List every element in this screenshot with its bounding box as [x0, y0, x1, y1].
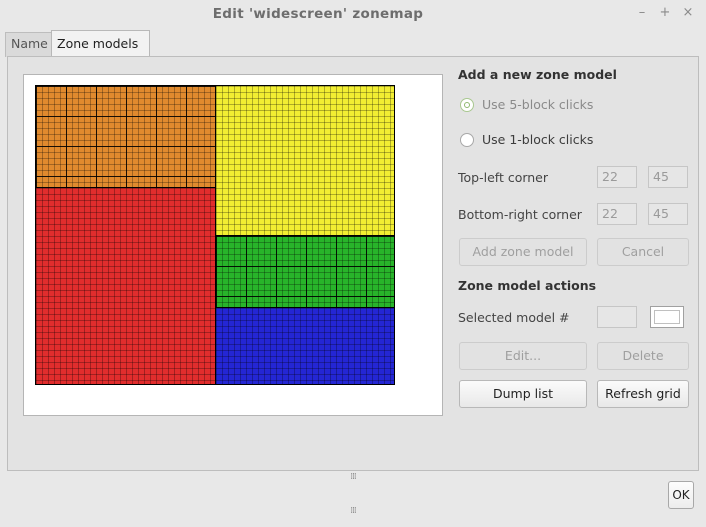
delete-button[interactable]: Delete	[597, 342, 689, 370]
zone-orange[interactable]	[36, 86, 216, 188]
zone-red[interactable]	[36, 188, 216, 384]
tab-name[interactable]: Name	[5, 32, 57, 57]
tab-zone-models[interactable]: Zone models	[51, 30, 150, 57]
radio-button[interactable]	[460, 133, 474, 147]
edit-button[interactable]: Edit...	[459, 342, 587, 370]
swatch-color	[654, 310, 680, 324]
selected-model-label: Selected model #	[458, 310, 570, 325]
pane-grip-lower[interactable]: ⁞⁞⁞	[349, 506, 357, 516]
window-title: Edit 'widescreen' zonemap	[212, 6, 424, 22]
selected-color-swatch[interactable]	[650, 306, 684, 328]
bottom-right-y-field[interactable]: 45	[648, 203, 688, 225]
zone-yellow[interactable]	[216, 86, 394, 236]
refresh-grid-button[interactable]: Refresh grid	[597, 380, 689, 408]
add-zone-model-button[interactable]: Add zone model	[459, 238, 587, 266]
top-left-corner-label: Top-left corner	[458, 170, 549, 185]
zone-green[interactable]	[216, 236, 394, 308]
pane-grip-upper[interactable]: ⁞⁞⁞	[349, 472, 357, 482]
dump-list-button[interactable]: Dump list	[459, 380, 587, 408]
ok-button[interactable]: OK	[668, 481, 694, 509]
cancel-button[interactable]: Cancel	[597, 238, 689, 266]
radio-1-block-label: Use 1-block clicks	[482, 132, 594, 147]
zone-grid[interactable]	[35, 85, 395, 385]
bottom-right-x-field[interactable]: 22	[597, 203, 637, 225]
add-zone-model-heading: Add a new zone model	[458, 67, 617, 82]
maximize-icon[interactable]: +	[657, 5, 673, 21]
zone-blue[interactable]	[216, 308, 394, 384]
zone-model-actions-heading: Zone model actions	[458, 278, 597, 293]
top-left-x-field[interactable]: 22	[597, 166, 637, 188]
minimize-icon[interactable]: –	[634, 5, 650, 21]
radio-button-checked[interactable]	[460, 98, 474, 112]
selected-model-field[interactable]	[597, 306, 637, 328]
bottom-right-corner-label: Bottom-right corner	[458, 207, 582, 222]
close-icon[interactable]: ×	[680, 5, 696, 21]
radio-5-block-label: Use 5-block clicks	[482, 97, 594, 112]
top-left-y-field[interactable]: 45	[648, 166, 688, 188]
title-bar: Edit 'widescreen' zonemap – + ×	[0, 0, 706, 28]
